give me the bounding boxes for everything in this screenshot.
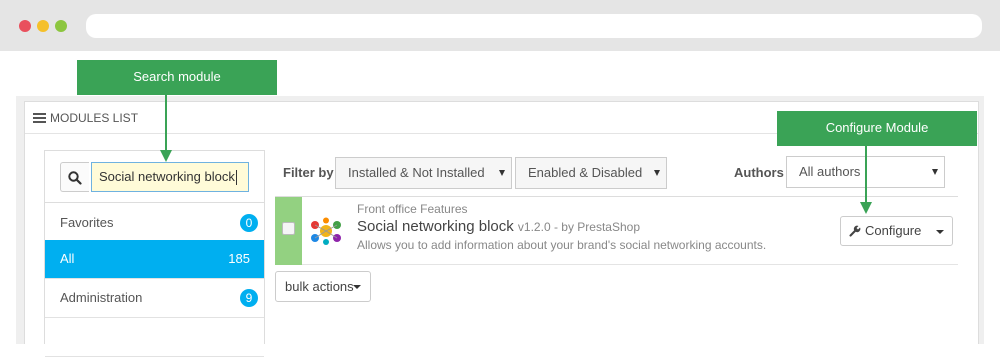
category-next[interactable] (45, 318, 264, 357)
search-module-callout: Search module (77, 60, 277, 95)
module-description: Allows you to add information about your… (357, 238, 767, 252)
configure-label: Configure (865, 223, 922, 238)
text-caret (235, 170, 237, 186)
install-filter-value: Installed & Not Installed (348, 165, 485, 180)
dropdown-arrow-icon (932, 169, 938, 175)
category-favorites[interactable]: Favorites 0 (45, 204, 264, 243)
authors-label: Authors (734, 165, 784, 180)
search-input-value: Social networking block (99, 169, 235, 184)
configure-button[interactable]: Configure (840, 216, 953, 246)
row-checkbox[interactable] (282, 222, 295, 235)
category-label: Administration (60, 290, 143, 305)
category-label: All (60, 251, 75, 266)
authors-select[interactable]: All authors (786, 156, 945, 188)
browser-chrome (0, 0, 1000, 51)
category-administration[interactable]: Administration 9 (45, 279, 264, 318)
filter-by-label: Filter by (283, 165, 334, 180)
search-icon (68, 171, 82, 185)
category-count-badge: 0 (240, 214, 258, 232)
status-filter-value: Enabled & Disabled (528, 165, 643, 180)
module-name-text: Social networking block (357, 218, 514, 235)
caret-down-icon (353, 285, 361, 289)
category-count-badge: 9 (240, 289, 258, 307)
dropdown-arrow-icon (654, 170, 660, 176)
filter-bar: Filter by Installed & Not Installed Enab… (275, 150, 958, 196)
wrench-icon (849, 225, 861, 237)
category-sidebar: Social networking block Favorites 0 All … (44, 150, 265, 357)
bulk-actions-label: bulk actions (285, 279, 354, 294)
category-label: Favorites (60, 215, 114, 230)
bulk-actions-button[interactable]: bulk actions (275, 271, 371, 302)
panel-title: MODULES LIST (50, 111, 139, 125)
category-count-badge: 185 (228, 251, 250, 266)
module-name: Social networking block v1.2.0 - by Pres… (357, 218, 640, 235)
list-icon (33, 113, 46, 123)
search-button[interactable] (60, 162, 89, 192)
caret-down-icon[interactable] (936, 230, 944, 234)
category-all[interactable]: All 185 (45, 240, 264, 279)
status-filter-select[interactable]: Enabled & Disabled (515, 157, 667, 189)
module-version: v1.2.0 - by PrestaShop (517, 220, 640, 234)
install-filter-select[interactable]: Installed & Not Installed (335, 157, 512, 189)
minimize-window-dot[interactable] (37, 20, 49, 32)
authors-value: All authors (799, 164, 861, 179)
search-row: Social networking block (45, 151, 264, 203)
close-window-dot[interactable] (19, 20, 31, 32)
row-select-cell (275, 197, 302, 265)
configure-module-callout: Configure Module (777, 111, 977, 146)
address-bar[interactable] (86, 14, 982, 38)
search-input[interactable]: Social networking block (91, 162, 249, 192)
maximize-window-dot[interactable] (55, 20, 67, 32)
module-category: Front office Features (357, 202, 468, 216)
module-row: Front office Features Social networking … (275, 196, 958, 265)
social-network-icon (311, 217, 341, 245)
dropdown-arrow-icon (499, 170, 505, 176)
